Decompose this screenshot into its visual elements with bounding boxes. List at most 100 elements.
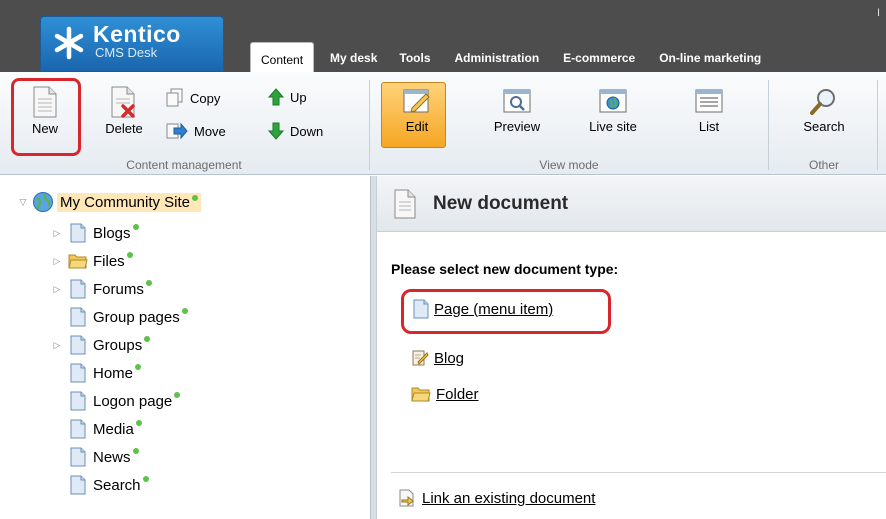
- published-dot: [174, 392, 181, 398]
- ribbon-separator: [369, 80, 370, 170]
- tree-item-blogs[interactable]: ▷ Blogs: [52, 221, 139, 245]
- move-icon: [166, 122, 188, 140]
- page-icon: [70, 391, 86, 411]
- new-button-highlight: [11, 78, 81, 156]
- page-icon: [70, 363, 86, 383]
- tree-item-logon-page[interactable]: Logon page: [62, 389, 181, 413]
- tree-item-label: Blogs: [93, 224, 131, 242]
- folder-icon: [68, 254, 88, 269]
- group-other: Search Other: [772, 72, 876, 174]
- tree-item-files[interactable]: ▷ Files: [52, 249, 133, 273]
- tree-item-search[interactable]: Search: [62, 473, 149, 497]
- page-icon: [70, 223, 86, 243]
- search-button-label: Search: [803, 119, 845, 134]
- tree-item-label: Logon page: [93, 392, 173, 410]
- copy-icon: [166, 88, 183, 107]
- page-icon: [70, 419, 86, 439]
- tree-root-label: My Community Site: [57, 192, 202, 212]
- published-dot: [135, 420, 142, 426]
- copy-button-label: Copy: [190, 90, 221, 106]
- delete-document-icon: [111, 86, 135, 118]
- tree-item-media[interactable]: Media: [62, 417, 142, 441]
- doc-type-folder-label: Folder: [436, 385, 479, 403]
- expand-arrow-icon[interactable]: ▷: [52, 340, 62, 351]
- published-dot: [192, 194, 199, 201]
- published-dot: [144, 336, 151, 342]
- doc-type-folder-link[interactable]: Folder: [411, 385, 479, 403]
- tree-item-label: News: [93, 448, 131, 466]
- edit-icon: [403, 89, 430, 113]
- kentico-logo[interactable]: Kentico CMS Desk: [40, 16, 224, 72]
- published-dot: [145, 280, 152, 286]
- live-site-icon: [599, 89, 627, 113]
- up-button-label: Up: [290, 89, 307, 105]
- tab-administration[interactable]: Administration: [445, 44, 554, 72]
- tree-item-label: Groups: [93, 336, 143, 354]
- tab-e-commerce[interactable]: E-commerce: [553, 44, 649, 72]
- page-title: New document: [433, 193, 569, 214]
- kentico-asterisk-icon: [54, 26, 84, 60]
- tree-item-group-pages[interactable]: Group pages: [62, 305, 188, 329]
- tree-item-forums[interactable]: ▷ Forums: [52, 277, 152, 301]
- expand-arrow-icon[interactable]: ▷: [52, 256, 62, 267]
- tab-tools[interactable]: Tools: [385, 44, 444, 72]
- expand-arrow-icon[interactable]: ▷: [52, 228, 62, 239]
- top-bar: Kentico CMS Desk I Content My desk Tools…: [0, 0, 886, 72]
- copy-button[interactable]: Copy: [166, 88, 220, 108]
- published-dot: [126, 252, 133, 258]
- link-existing-document-link[interactable]: Link an existing document: [397, 488, 595, 508]
- doc-type-blog-link[interactable]: Blog: [411, 349, 464, 367]
- preview-button[interactable]: Preview: [482, 86, 552, 134]
- tree-item-label: Home: [93, 364, 134, 382]
- list-button-label: List: [698, 119, 720, 134]
- tab-online-marketing[interactable]: On-line marketing: [649, 44, 769, 72]
- tree-item-label: Media: [93, 420, 134, 438]
- group-label-other: Other: [808, 158, 839, 172]
- search-button[interactable]: Search: [794, 86, 854, 134]
- tree-item-label: Forums: [93, 280, 144, 298]
- list-button[interactable]: List: [684, 86, 734, 134]
- edit-button-active[interactable]: Edit: [394, 86, 440, 134]
- tree-item-label: Files: [93, 252, 125, 270]
- preview-button-label: Preview: [493, 119, 541, 134]
- logo-title: Kentico: [93, 21, 181, 47]
- collapse-arrow-icon[interactable]: ▽: [18, 197, 28, 208]
- up-button[interactable]: Up: [268, 88, 307, 106]
- group-label-content-management: Content management: [126, 158, 242, 172]
- ribbon-separator: [877, 80, 878, 170]
- delete-button[interactable]: Delete: [94, 86, 154, 136]
- tree-item-groups[interactable]: ▷ Groups: [52, 333, 151, 357]
- logo-subtitle: CMS Desk: [95, 45, 158, 60]
- published-dot: [142, 476, 149, 482]
- down-button[interactable]: Down: [268, 122, 323, 140]
- tree-root[interactable]: ▽ My Community Site: [18, 190, 202, 214]
- globe-icon: [33, 192, 53, 212]
- live-site-button-label: Live site: [589, 119, 637, 134]
- down-arrow-icon: [268, 122, 284, 140]
- tree-item-label: Search: [93, 476, 141, 494]
- published-dot: [132, 448, 139, 454]
- page-icon: [70, 447, 86, 467]
- blog-icon: [412, 350, 429, 366]
- move-button[interactable]: Move: [166, 122, 226, 140]
- live-site-button[interactable]: Live site: [578, 86, 648, 134]
- tree-item-home[interactable]: Home: [62, 361, 142, 385]
- tab-content[interactable]: Content: [250, 42, 315, 72]
- delete-button-label: Delete: [105, 121, 143, 136]
- content-tree: ▽ My Community Site ▷ Blogs ▷ Files ▷ Fo…: [0, 176, 370, 519]
- tree-root-text: My Community Site: [60, 193, 191, 211]
- divider: [391, 472, 886, 473]
- tree-item-news[interactable]: News: [62, 445, 139, 469]
- new-document-icon: [394, 189, 416, 219]
- expand-arrow-icon[interactable]: ▷: [52, 284, 62, 295]
- group-label-view-mode: View mode: [539, 158, 599, 172]
- tab-my-desk[interactable]: My desk: [322, 44, 385, 72]
- top-corner-text: I: [876, 7, 880, 19]
- tree-item-label: Group pages: [93, 308, 180, 326]
- link-document-icon: [399, 489, 414, 507]
- preview-icon: [503, 89, 531, 113]
- page-doc-type-highlight: [401, 289, 611, 334]
- doc-type-blog-label: Blog: [434, 349, 465, 367]
- down-button-label: Down: [290, 123, 324, 139]
- panel-splitter[interactable]: [370, 176, 377, 519]
